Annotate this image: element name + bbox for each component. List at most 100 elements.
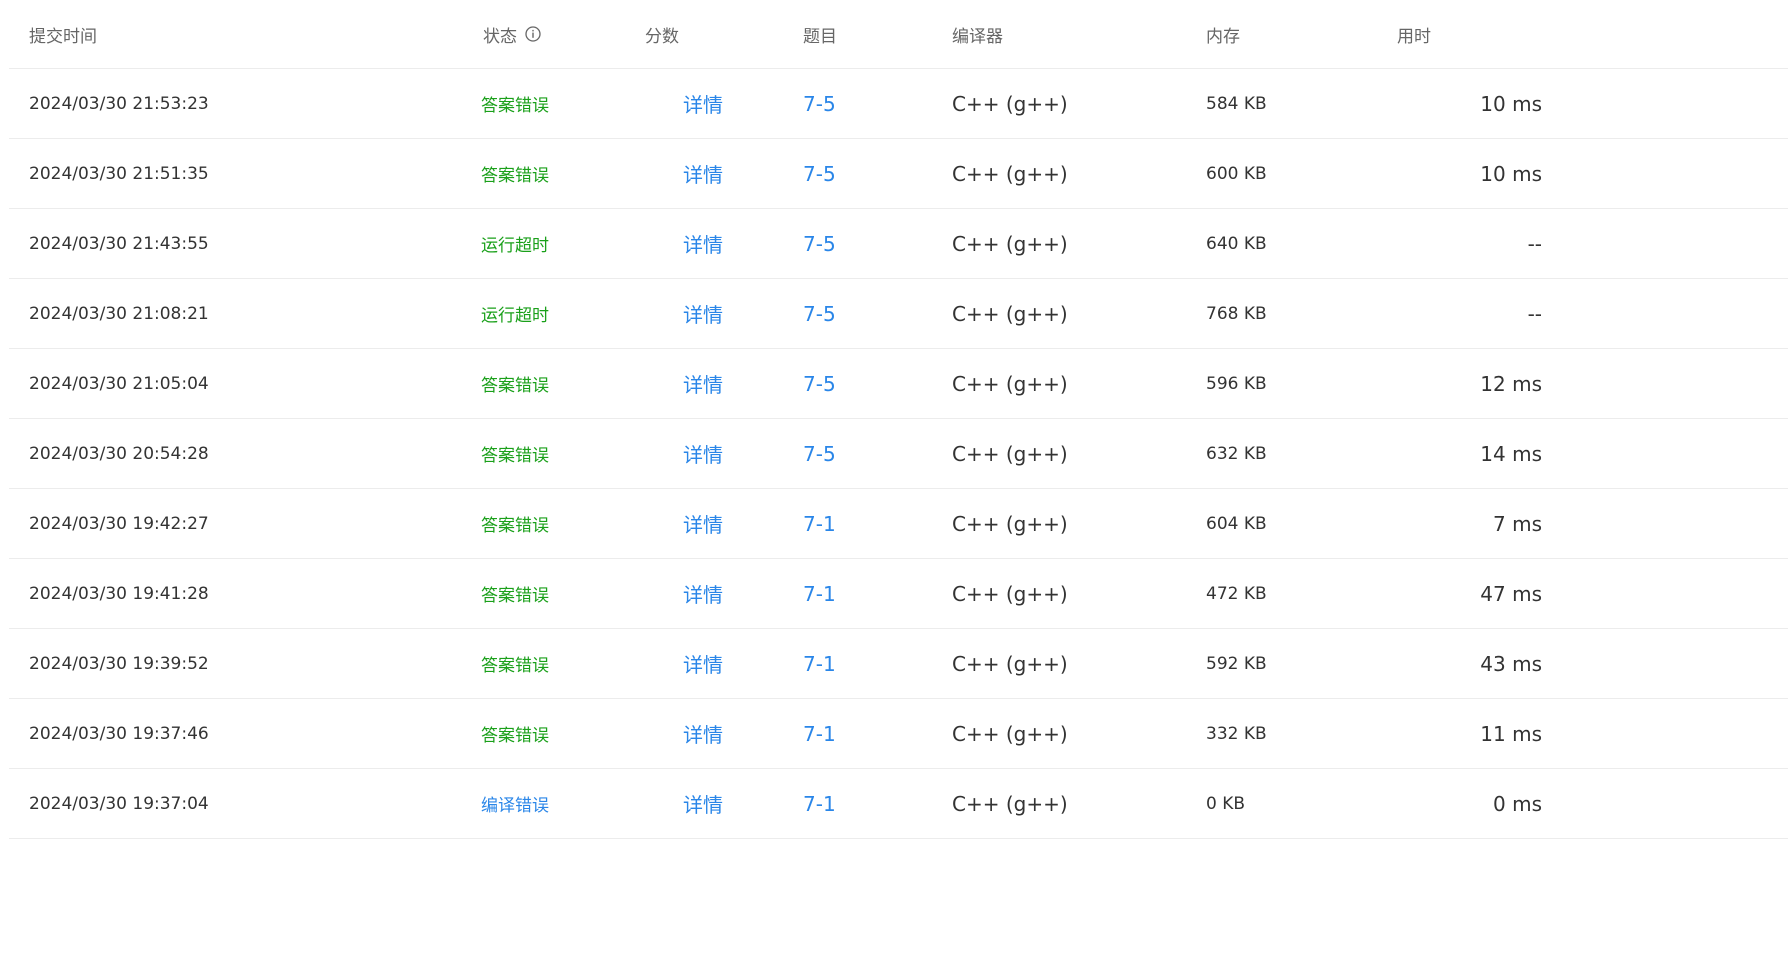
score-details-link[interactable]: 详情 <box>683 629 723 698</box>
compiler-cell: C++ (g++) <box>952 581 1068 606</box>
memory-cell: 332 KB <box>1206 723 1267 744</box>
time-used-cell: 0 ms <box>1493 791 1542 816</box>
header-status-label: 状态 <box>483 26 517 47</box>
table-row: 2024/03/30 21:51:35 答案错误 详情 7-5 C++ (g++… <box>9 139 1788 209</box>
score-details-link[interactable]: 详情 <box>683 419 723 488</box>
table-row: 2024/03/30 20:54:28 答案错误 详情 7-5 C++ (g++… <box>9 419 1788 489</box>
memory-cell: 584 KB <box>1206 93 1267 114</box>
score-details-link[interactable]: 详情 <box>683 769 723 838</box>
submit-time-cell: 2024/03/30 19:37:46 <box>29 723 209 744</box>
memory-cell: 640 KB <box>1206 233 1267 254</box>
memory-cell: 596 KB <box>1206 373 1267 394</box>
submit-time-cell: 2024/03/30 21:43:55 <box>29 233 209 254</box>
status-cell: 答案错误 <box>481 376 549 396</box>
problem-link[interactable]: 7-5 <box>803 139 836 208</box>
table-body: 2024/03/30 21:53:23 答案错误 详情 7-5 C++ (g++… <box>9 69 1788 839</box>
status-cell: 答案错误 <box>481 166 549 186</box>
time-used-cell: 47 ms <box>1480 581 1542 606</box>
score-details-link[interactable]: 详情 <box>683 699 723 768</box>
header-submit-time[interactable]: 提交时间 <box>29 0 97 68</box>
time-used-cell: -- <box>1527 231 1542 256</box>
time-used-cell: 11 ms <box>1480 721 1542 746</box>
status-cell: 运行超时 <box>481 306 549 326</box>
submit-time-cell: 2024/03/30 20:54:28 <box>29 443 209 464</box>
status-cell: 编译错误 <box>481 796 549 816</box>
problem-link[interactable]: 7-1 <box>803 699 836 768</box>
time-used-cell: 10 ms <box>1480 91 1542 116</box>
compiler-cell: C++ (g++) <box>952 441 1068 466</box>
table-row: 2024/03/30 21:53:23 答案错误 详情 7-5 C++ (g++… <box>9 69 1788 139</box>
submit-time-cell: 2024/03/30 21:53:23 <box>29 93 209 114</box>
header-problem[interactable]: 题目 <box>803 0 837 68</box>
memory-cell: 0 KB <box>1206 793 1246 814</box>
status-cell: 答案错误 <box>481 516 549 536</box>
score-details-link[interactable]: 详情 <box>683 69 723 138</box>
header-status[interactable]: 状态 <box>483 0 541 68</box>
table-row: 2024/03/30 21:08:21 运行超时 详情 7-5 C++ (g++… <box>9 279 1788 349</box>
time-used-cell: 12 ms <box>1480 371 1542 396</box>
compiler-cell: C++ (g++) <box>952 791 1068 816</box>
header-memory[interactable]: 内存 <box>1206 0 1240 68</box>
header-score[interactable]: 分数 <box>645 0 679 68</box>
submit-time-cell: 2024/03/30 19:39:52 <box>29 653 209 674</box>
score-details-link[interactable]: 详情 <box>683 209 723 278</box>
score-details-link[interactable]: 详情 <box>683 139 723 208</box>
memory-cell: 472 KB <box>1206 583 1267 604</box>
time-used-cell: 10 ms <box>1480 161 1542 186</box>
submit-time-cell: 2024/03/30 19:41:28 <box>29 583 209 604</box>
header-time-used[interactable]: 用时 <box>1397 0 1431 68</box>
table-row: 2024/03/30 19:42:27 答案错误 详情 7-1 C++ (g++… <box>9 489 1788 559</box>
table-row: 2024/03/30 21:05:04 答案错误 详情 7-5 C++ (g++… <box>9 349 1788 419</box>
table-row: 2024/03/30 19:37:04 编译错误 详情 7-1 C++ (g++… <box>9 769 1788 839</box>
status-cell: 运行超时 <box>481 236 549 256</box>
submissions-table: 提交时间 状态 分数 题目 编译器 内存 用时 2024/03/30 21:53… <box>9 0 1788 839</box>
score-details-link[interactable]: 详情 <box>683 279 723 348</box>
submit-time-cell: 2024/03/30 21:08:21 <box>29 303 209 324</box>
time-used-cell: -- <box>1527 301 1542 326</box>
memory-cell: 632 KB <box>1206 443 1267 464</box>
compiler-cell: C++ (g++) <box>952 721 1068 746</box>
problem-link[interactable]: 7-1 <box>803 769 836 838</box>
status-cell: 答案错误 <box>481 96 549 116</box>
table-row: 2024/03/30 19:41:28 答案错误 详情 7-1 C++ (g++… <box>9 559 1788 629</box>
time-used-cell: 43 ms <box>1480 651 1542 676</box>
table-header: 提交时间 状态 分数 题目 编译器 内存 用时 <box>9 0 1788 69</box>
info-icon[interactable] <box>525 26 541 42</box>
memory-cell: 600 KB <box>1206 163 1267 184</box>
memory-cell: 768 KB <box>1206 303 1267 324</box>
memory-cell: 592 KB <box>1206 653 1267 674</box>
compiler-cell: C++ (g++) <box>952 371 1068 396</box>
submit-time-cell: 2024/03/30 19:42:27 <box>29 513 209 534</box>
compiler-cell: C++ (g++) <box>952 91 1068 116</box>
compiler-cell: C++ (g++) <box>952 301 1068 326</box>
problem-link[interactable]: 7-5 <box>803 209 836 278</box>
compiler-cell: C++ (g++) <box>952 231 1068 256</box>
problem-link[interactable]: 7-5 <box>803 349 836 418</box>
status-cell: 答案错误 <box>481 656 549 676</box>
status-cell: 答案错误 <box>481 446 549 466</box>
table-row: 2024/03/30 21:43:55 运行超时 详情 7-5 C++ (g++… <box>9 209 1788 279</box>
score-details-link[interactable]: 详情 <box>683 559 723 628</box>
problem-link[interactable]: 7-1 <box>803 559 836 628</box>
submit-time-cell: 2024/03/30 19:37:04 <box>29 793 209 814</box>
problem-link[interactable]: 7-1 <box>803 489 836 558</box>
table-row: 2024/03/30 19:39:52 答案错误 详情 7-1 C++ (g++… <box>9 629 1788 699</box>
header-compiler[interactable]: 编译器 <box>952 0 1003 68</box>
problem-link[interactable]: 7-5 <box>803 69 836 138</box>
compiler-cell: C++ (g++) <box>952 651 1068 676</box>
submit-time-cell: 2024/03/30 21:05:04 <box>29 373 209 394</box>
time-used-cell: 14 ms <box>1480 441 1542 466</box>
table-row: 2024/03/30 19:37:46 答案错误 详情 7-1 C++ (g++… <box>9 699 1788 769</box>
memory-cell: 604 KB <box>1206 513 1267 534</box>
problem-link[interactable]: 7-5 <box>803 279 836 348</box>
status-cell: 答案错误 <box>481 726 549 746</box>
problem-link[interactable]: 7-1 <box>803 629 836 698</box>
score-details-link[interactable]: 详情 <box>683 489 723 558</box>
time-used-cell: 7 ms <box>1493 511 1542 536</box>
problem-link[interactable]: 7-5 <box>803 419 836 488</box>
status-cell: 答案错误 <box>481 586 549 606</box>
score-details-link[interactable]: 详情 <box>683 349 723 418</box>
compiler-cell: C++ (g++) <box>952 511 1068 536</box>
compiler-cell: C++ (g++) <box>952 161 1068 186</box>
submit-time-cell: 2024/03/30 21:51:35 <box>29 163 209 184</box>
